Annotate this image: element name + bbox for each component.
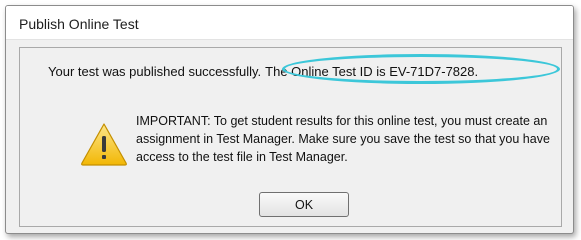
publish-online-test-dialog: Publish Online Test Your test was publis… xyxy=(5,5,574,234)
warning-icon xyxy=(80,122,128,166)
ok-button[interactable]: OK xyxy=(259,192,349,217)
title-bar: Publish Online Test xyxy=(6,6,573,40)
test-id-highlight-circle xyxy=(282,54,560,84)
important-notice: IMPORTANT: To get student results for th… xyxy=(136,114,550,164)
dialog-content: Your test was published successfully. The… xyxy=(19,47,562,227)
dialog-title: Publish Online Test xyxy=(19,16,139,32)
success-message: Your test was published successfully. xyxy=(48,64,262,79)
